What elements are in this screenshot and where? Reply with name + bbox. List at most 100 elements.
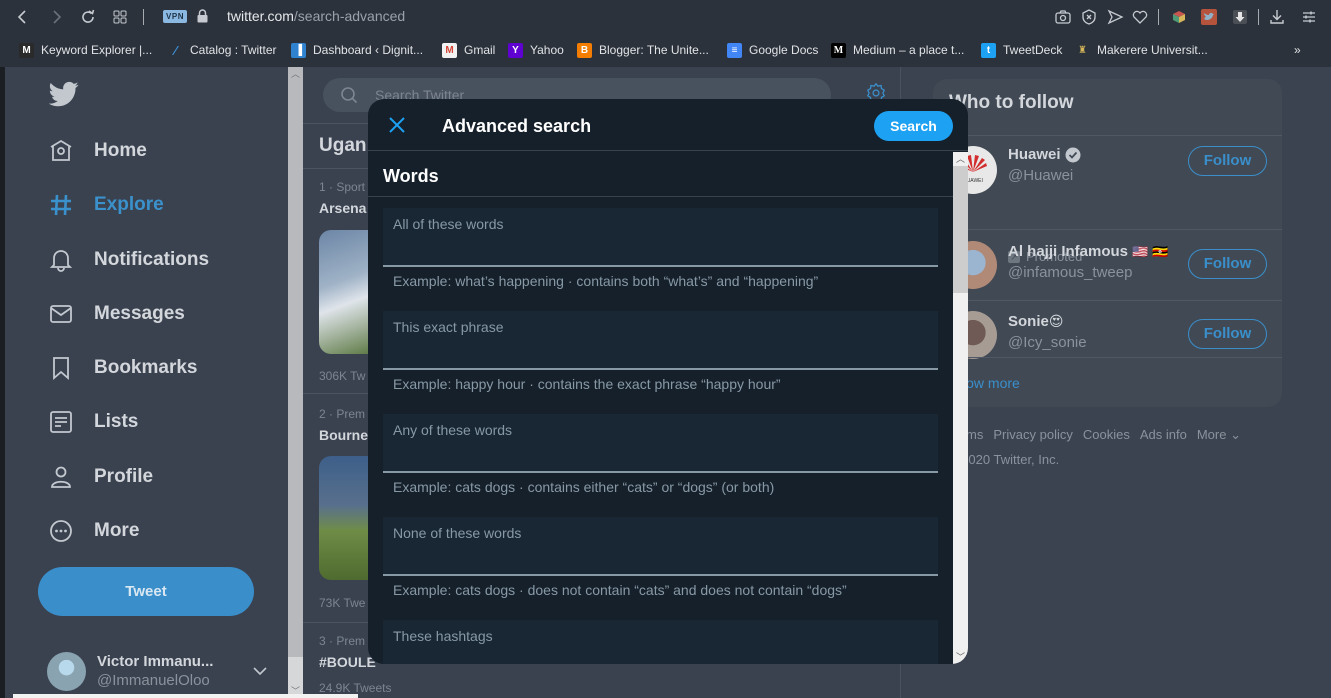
bookmark-makerere[interactable]: ♜ Makerere Universit... — [1075, 38, 1208, 62]
footer-link-ads-info[interactable]: Ads info — [1140, 427, 1187, 443]
bookmark-tweetdeck[interactable]: t TweetDeck — [981, 38, 1062, 62]
blogger-icon: B — [577, 42, 592, 58]
heart-eyes-emoji-icon: 😍 — [1048, 313, 1064, 329]
all-words-input[interactable]: All of these words — [383, 208, 938, 267]
snapshot-button[interactable] — [1053, 7, 1073, 27]
account-name-text: Sonie — [1008, 313, 1049, 330]
reload-button[interactable] — [78, 7, 98, 27]
flow-button[interactable] — [1105, 7, 1125, 27]
scrollbar-track[interactable] — [288, 657, 303, 684]
my-flow-button[interactable] — [1130, 7, 1150, 27]
bookmark-catalog-twitter[interactable]: ⁄ Catalog : Twitter — [168, 38, 276, 62]
account-name: Sonie 😍 — [1008, 313, 1063, 330]
bookmark-medium[interactable]: M Medium – a place t... — [831, 38, 964, 62]
tweet-button[interactable]: Tweet — [38, 567, 254, 616]
section-heading-words: Words — [383, 166, 439, 186]
field-label: Any of these words — [393, 422, 513, 438]
exact-phrase-input[interactable]: This exact phrase — [383, 311, 938, 370]
extension-twitter-button[interactable] — [1199, 7, 1219, 27]
bookmark-label: Keyword Explorer |... — [41, 43, 153, 57]
footer-link-more[interactable]: More ⌄ — [1197, 427, 1241, 443]
scroll-up-arrow-icon[interactable]: ︿ — [953, 152, 968, 166]
speed-dial-button[interactable] — [110, 7, 130, 27]
any-words-input[interactable]: Any of these words — [383, 414, 938, 473]
advanced-search-dialog: Advanced search Search Words All of thes… — [368, 99, 968, 664]
field-label: These hashtags — [393, 628, 493, 644]
downloads-button[interactable] — [1267, 7, 1287, 27]
sidebar-item-profile[interactable]: Profile — [47, 457, 153, 497]
bookmark-label: Gmail — [464, 43, 496, 57]
uganda-flag-icon: 🇺🇬 — [1152, 243, 1169, 259]
double-chevron-icon: » — [1294, 43, 1301, 57]
bookmark-dashboard[interactable]: ▐ Dashboard ‹ Dignit... — [291, 38, 423, 62]
field-hint: Example: cats dogs · does not contain “c… — [393, 582, 847, 598]
field-hint: Example: happy hour · contains the exact… — [393, 376, 781, 392]
shield-x-icon — [1082, 9, 1096, 25]
toolbar-divider — [1258, 9, 1259, 25]
scroll-down-arrow-icon[interactable]: ﹀ — [953, 650, 968, 664]
footer-links: Terms Privacy policy Cookies Ads info Mo… — [948, 427, 1278, 443]
avatar — [47, 652, 86, 691]
back-button[interactable] — [13, 7, 33, 27]
sidebar-item-label: Bookmarks — [94, 357, 198, 378]
bookmarks-overflow-button[interactable]: » — [1294, 38, 1301, 62]
heart-icon — [1132, 10, 1148, 24]
forward-button[interactable] — [46, 7, 66, 27]
sidebar-item-explore[interactable]: Explore — [47, 185, 164, 225]
follow-button[interactable]: Follow — [1188, 146, 1267, 176]
us-flag-icon: 🇺🇸 — [1132, 243, 1149, 259]
adblock-button[interactable] — [1079, 7, 1099, 27]
sidebar-item-label: Lists — [94, 411, 139, 432]
footer-link-privacy[interactable]: Privacy policy — [993, 427, 1072, 443]
dialog-header: Advanced search Search — [368, 99, 968, 151]
hashtags-input[interactable]: These hashtags — [383, 620, 938, 664]
follow-suggestion[interactable]: Sonie 😍 @Icy_sonie Follow — [933, 301, 1282, 371]
bookmark-google-docs[interactable]: ≡ Google Docs — [727, 38, 818, 62]
sidebar-item-lists[interactable]: Lists — [47, 402, 138, 442]
easy-setup-button[interactable] — [1299, 7, 1319, 27]
sidebar-item-label: More — [94, 520, 140, 541]
trend-count: 24.9K Tweets — [319, 681, 392, 695]
sidebar-item-bookmarks[interactable]: Bookmarks — [47, 348, 198, 388]
extension-cube-button[interactable] — [1169, 7, 1189, 27]
bookmark-keyword-explorer[interactable]: M Keyword Explorer |... — [19, 38, 152, 62]
close-icon[interactable] — [386, 114, 408, 136]
person-icon — [47, 463, 75, 491]
bookmark-label: Dashboard ‹ Dignit... — [313, 43, 424, 57]
address-bar[interactable]: twitter.com/search-advanced — [227, 8, 405, 24]
bookmark-gmail[interactable]: M Gmail — [442, 38, 495, 62]
scrollbar-thumb[interactable] — [953, 166, 968, 293]
footer-more-text: More — [1196, 427, 1227, 442]
follow-suggestion[interactable]: Al hajji Infamous 🇺🇸 🇺🇬 @infamous_tweep … — [933, 230, 1282, 300]
chevron-right-icon — [53, 10, 62, 24]
search-button[interactable]: Search — [874, 111, 953, 141]
dialog-scrollbar[interactable]: ︿ ﹀ — [953, 152, 968, 664]
extension-download-button[interactable] — [1230, 7, 1250, 27]
bookmark-blogger[interactable]: B Blogger: The Unite... — [577, 38, 709, 62]
reload-icon — [82, 9, 95, 23]
sidebar-scrollbar[interactable]: ︿ ﹀ — [288, 67, 303, 698]
sidebar-item-messages[interactable]: Messages — [47, 294, 185, 334]
field-label: This exact phrase — [393, 319, 504, 335]
bookmark-yahoo[interactable]: Y Yahoo — [508, 38, 564, 62]
account-switcher[interactable]: Victor Immanu... @ImmanuelOloo — [47, 649, 279, 693]
grid-icon — [113, 10, 127, 24]
follow-button[interactable]: Follow — [1188, 249, 1267, 279]
account-handle: @Icy_sonie — [1008, 334, 1087, 351]
footer-link-cookies[interactable]: Cookies — [1083, 427, 1130, 443]
vpn-badge[interactable]: VPN — [163, 10, 187, 23]
trend-meta: 2 · Prem — [319, 407, 366, 421]
sidebar-item-more[interactable]: More — [47, 511, 139, 551]
scroll-up-arrow-icon[interactable]: ︿ — [288, 67, 303, 81]
horizontal-scrollbar[interactable] — [13, 694, 358, 698]
follow-button[interactable]: Follow — [1188, 319, 1267, 349]
sidebar-item-home[interactable]: Home — [47, 131, 147, 171]
none-words-input[interactable]: None of these words — [383, 517, 938, 576]
download-icon — [1270, 10, 1284, 24]
account-handle: @ImmanuelOloo — [97, 672, 210, 689]
camera-icon — [1055, 10, 1071, 24]
sidebar-item-notifications[interactable]: Notifications — [47, 240, 209, 280]
twitter-logo-icon[interactable] — [49, 79, 79, 109]
follow-suggestion[interactable]: HUAWEI Huawei @Huawei ↗ Promoted Follow — [933, 136, 1282, 264]
url-path: /search-advanced — [293, 8, 406, 24]
